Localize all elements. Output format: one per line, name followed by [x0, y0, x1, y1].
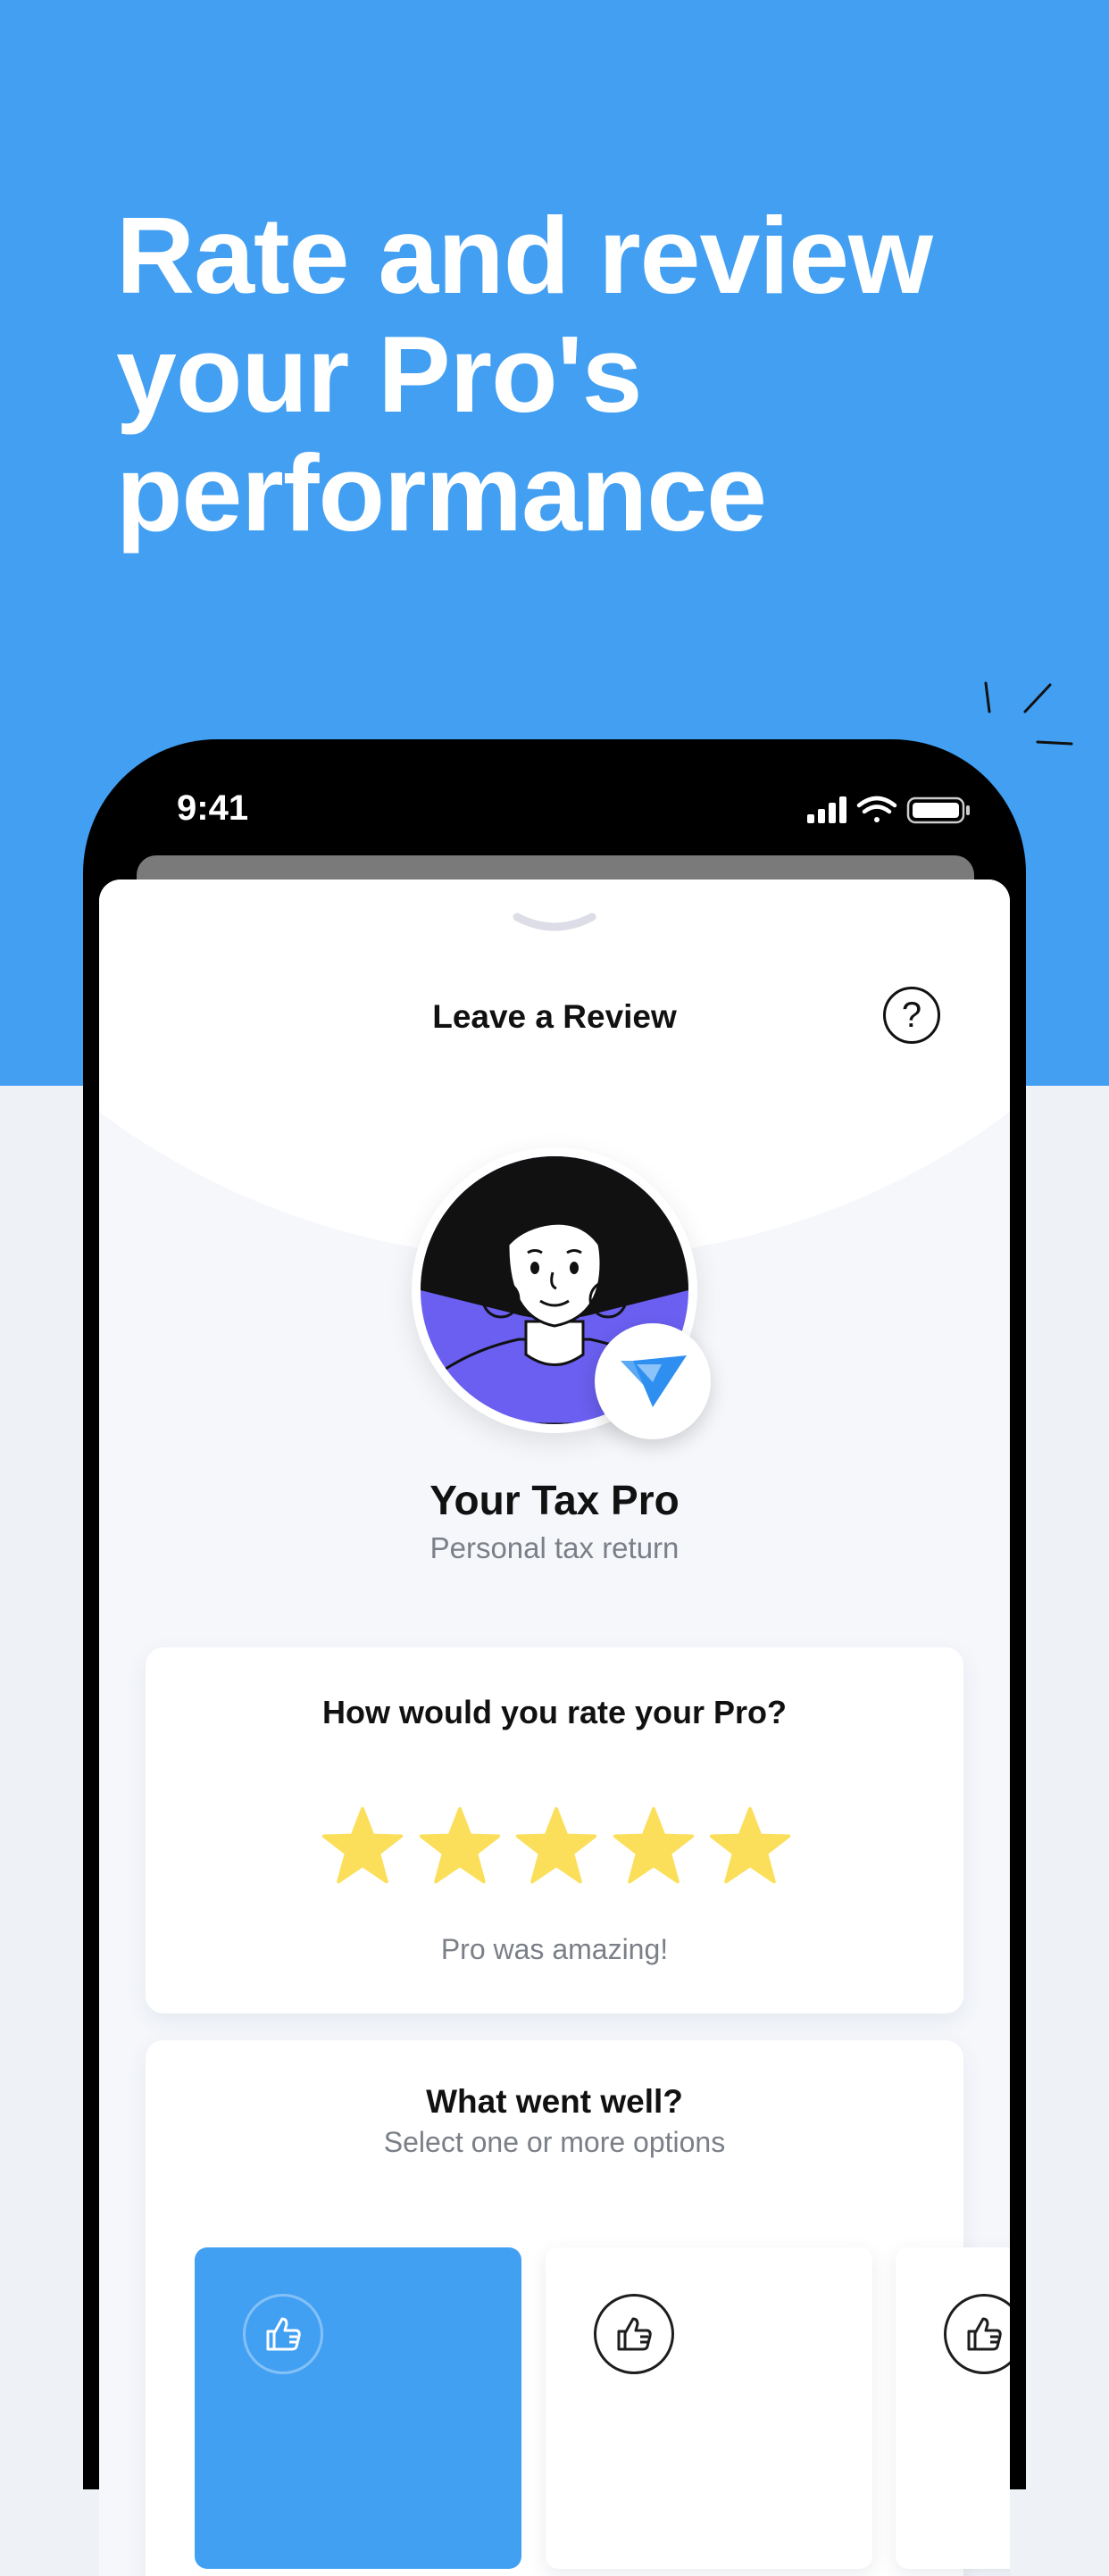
rating-result-label: Pro was amazing! — [440, 1933, 669, 1965]
headline: Rate and review your Pro's performance — [116, 195, 933, 554]
star-icon[interactable] — [707, 1804, 793, 1889]
battery-icon — [906, 796, 970, 824]
star-icon[interactable] — [417, 1804, 503, 1889]
thumbs-up-icon — [243, 2294, 323, 2374]
review-screen: Leave a Review ? Your Tax Pro Personal t… — [99, 880, 1010, 2576]
rating-card: How would you rate your Pro? Pro was ama… — [146, 1647, 963, 2013]
thumbs-up-icon — [944, 2294, 1010, 2374]
went-well-subtitle: Select one or more options — [383, 2126, 726, 2158]
help-button[interactable]: ? — [883, 987, 940, 1044]
pro-subtitle: Personal tax return — [429, 1531, 680, 1564]
status-icons — [807, 796, 970, 824]
thumbs-up-icon — [594, 2294, 674, 2374]
status-time: 9:41 — [177, 788, 249, 828]
pro-name: Your Tax Pro — [429, 1477, 680, 1523]
star-icon[interactable] — [320, 1804, 405, 1889]
page-title: Leave a Review — [432, 998, 677, 1035]
went-well-title: What went well? — [426, 2083, 683, 2120]
question-mark-icon: ? — [901, 995, 922, 1035]
sparkle-decoration — [984, 681, 1073, 746]
star-rating[interactable] — [320, 1804, 793, 1889]
check-badge-icon — [595, 1323, 711, 1439]
wifi-icon — [856, 796, 897, 822]
went-well-option[interactable] — [546, 2247, 872, 2569]
went-well-card: What went well? Select one or more optio… — [146, 2040, 1010, 2576]
star-icon[interactable] — [513, 1804, 599, 1889]
phone-frame: 9:41 Leave a Review ? Your Tax Pro Perso… — [83, 739, 1026, 2576]
dismiss-chevron-icon[interactable] — [510, 910, 599, 940]
star-icon[interactable] — [611, 1804, 696, 1889]
went-well-option[interactable] — [896, 2247, 1010, 2569]
signal-icon — [807, 796, 846, 823]
rating-question: How would you rate your Pro? — [321, 1694, 788, 1730]
went-well-option-selected[interactable] — [195, 2247, 521, 2569]
